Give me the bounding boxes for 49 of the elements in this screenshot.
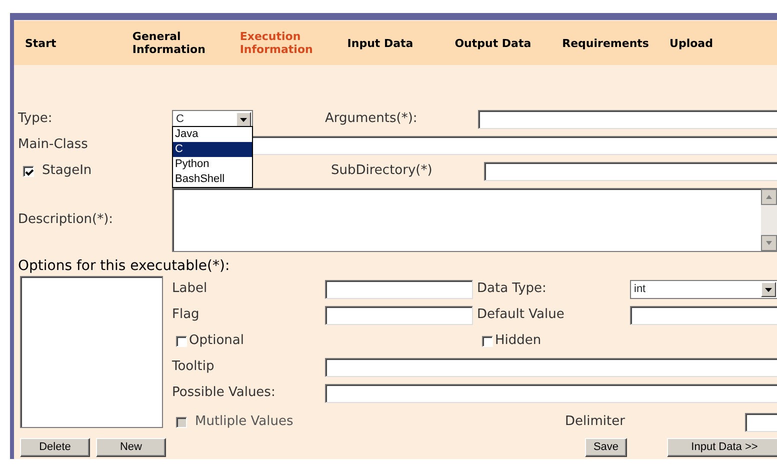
text-input[interactable] xyxy=(325,384,777,402)
checkbox[interactable] xyxy=(23,166,34,176)
field-label: Delimiter xyxy=(565,413,626,431)
delete-button[interactable]: Delete xyxy=(20,438,90,457)
field-label: StageIn xyxy=(42,162,93,180)
dropdown-option[interactable]: Java xyxy=(173,127,252,142)
scroll-down-icon[interactable] xyxy=(761,235,777,251)
scrollbar[interactable] xyxy=(761,189,777,251)
text-input[interactable] xyxy=(630,306,777,324)
tab[interactable]: Requirements xyxy=(562,36,670,50)
field-label: Mutliple Values xyxy=(195,413,294,431)
dropdown-option[interactable]: C xyxy=(173,142,252,157)
text-input[interactable] xyxy=(325,358,777,376)
option-listbox[interactable] xyxy=(20,276,163,428)
description-textarea[interactable] xyxy=(172,188,777,252)
text-input[interactable] xyxy=(484,162,777,180)
field-label: Default Value xyxy=(477,306,566,324)
tab[interactable]: General Information xyxy=(132,30,240,56)
field-label: Type: xyxy=(18,110,54,128)
save-button[interactable]: Save xyxy=(585,438,627,456)
field-label: Main-Class xyxy=(18,136,89,154)
field-label: Arguments(*): xyxy=(325,110,418,128)
tab[interactable]: Upload xyxy=(670,36,777,50)
section-title: Options for this executable(*): xyxy=(17,257,231,276)
field-label: Data Type: xyxy=(477,280,548,298)
field-label: Description(*): xyxy=(18,211,114,229)
tab[interactable]: Start xyxy=(25,36,132,50)
data-type-select[interactable]: int xyxy=(630,280,777,298)
dropdown-arrow-icon xyxy=(240,118,247,122)
checkbox[interactable] xyxy=(176,336,187,346)
text-input[interactable] xyxy=(478,110,777,128)
dropdown-option[interactable]: Python xyxy=(173,157,252,172)
field-label: Possible Values: xyxy=(172,384,276,402)
checkbox[interactable] xyxy=(482,336,493,346)
field-label: Label xyxy=(172,280,208,298)
field-label: Tooltip xyxy=(172,358,216,376)
new-button[interactable]: New xyxy=(96,438,166,457)
field-label: Optional xyxy=(189,332,245,350)
dropdown-option[interactable]: BashShell xyxy=(173,172,252,187)
next-button[interactable]: Input Data >> xyxy=(667,438,777,456)
field-label: SubDirectory(*) xyxy=(331,162,434,180)
field-label: Hidden xyxy=(495,332,542,350)
tab[interactable]: Input Data xyxy=(347,36,455,50)
text-input[interactable] xyxy=(325,280,473,298)
dropdown-arrow-icon xyxy=(765,288,772,292)
tab[interactable]: Output Data xyxy=(454,36,562,50)
field-label: Flag xyxy=(172,306,200,324)
text-input[interactable] xyxy=(325,306,473,324)
scroll-up-icon[interactable] xyxy=(761,189,777,205)
